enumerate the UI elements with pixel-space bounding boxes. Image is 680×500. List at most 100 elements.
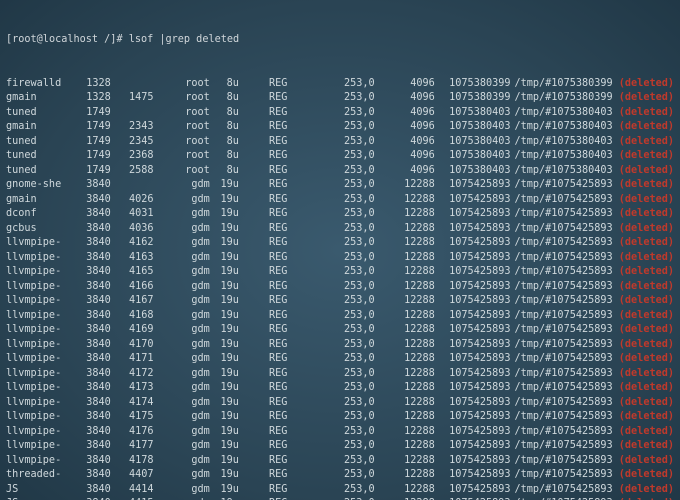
col-size: 12288 xyxy=(375,483,435,498)
col-command: llvmpipe- xyxy=(6,439,74,454)
col-node: 1075425893 xyxy=(435,294,511,309)
col-node: 1075425893 xyxy=(435,352,511,367)
col-type: REG xyxy=(239,439,288,454)
col-path: /tmp/#1075425893 (deleted) xyxy=(511,483,674,498)
col-user: gdm xyxy=(154,193,210,208)
col-fd: 19u xyxy=(210,352,239,367)
lsof-row: firewalld1328root8uREG253,04096107538039… xyxy=(6,77,674,92)
col-pid: 3840 xyxy=(74,410,111,425)
col-tid: 4169 xyxy=(111,323,154,338)
col-device: 253,0 xyxy=(287,91,374,106)
col-command: tuned xyxy=(6,164,74,179)
col-path: /tmp/#1075425893 (deleted) xyxy=(511,381,674,396)
col-command: tuned xyxy=(6,106,74,121)
col-node: 1075425893 xyxy=(435,468,511,483)
col-fd: 19u xyxy=(210,439,239,454)
col-command: llvmpipe- xyxy=(6,309,74,324)
col-user: root xyxy=(154,120,210,135)
col-pid: 3840 xyxy=(74,222,111,237)
col-type: REG xyxy=(239,91,288,106)
col-path: /tmp/#1075425893 (deleted) xyxy=(511,236,674,251)
col-tid: 4170 xyxy=(111,338,154,353)
col-tid: 4036 xyxy=(111,222,154,237)
col-type: REG xyxy=(239,135,288,150)
col-device: 253,0 xyxy=(287,425,374,440)
col-path: /tmp/#1075425893 (deleted) xyxy=(511,439,674,454)
col-path: /tmp/#1075380403 (deleted) xyxy=(511,149,674,164)
col-fd: 8u xyxy=(210,164,239,179)
deleted-tag: (deleted) xyxy=(619,165,674,176)
col-pid: 3840 xyxy=(74,309,111,324)
col-pid: 1749 xyxy=(74,164,111,179)
col-pid: 3840 xyxy=(74,178,111,193)
deleted-tag: (deleted) xyxy=(619,397,674,408)
col-command: llvmpipe- xyxy=(6,294,74,309)
col-size: 12288 xyxy=(375,222,435,237)
col-device: 253,0 xyxy=(287,367,374,382)
col-size: 12288 xyxy=(375,381,435,396)
col-size: 12288 xyxy=(375,309,435,324)
col-fd: 19u xyxy=(210,178,239,193)
lsof-row: gmain13281475root8uREG253,04096107538039… xyxy=(6,91,674,106)
col-pid: 3840 xyxy=(74,352,111,367)
lsof-row: threaded-38404407gdm19uREG253,0122881075… xyxy=(6,468,674,483)
col-tid: 1475 xyxy=(111,91,154,106)
col-fd: 19u xyxy=(210,236,239,251)
col-type: REG xyxy=(239,367,288,382)
col-user: gdm xyxy=(154,381,210,396)
col-path: /tmp/#1075425893 (deleted) xyxy=(511,309,674,324)
col-pid: 3840 xyxy=(74,381,111,396)
col-user: gdm xyxy=(154,352,210,367)
col-path: /tmp/#1075380403 (deleted) xyxy=(511,106,674,121)
col-type: REG xyxy=(239,178,288,193)
prompt-user-host: root@localhost xyxy=(12,34,98,45)
col-tid: 4173 xyxy=(111,381,154,396)
lsof-row: tuned17492368root8uREG253,04096107538040… xyxy=(6,149,674,164)
col-command: llvmpipe- xyxy=(6,280,74,295)
col-pid: 3840 xyxy=(74,454,111,469)
col-size: 4096 xyxy=(375,135,435,150)
deleted-tag: (deleted) xyxy=(619,179,674,190)
lsof-row: llvmpipe-38404162gdm19uREG253,0122881075… xyxy=(6,236,674,251)
col-tid: 4177 xyxy=(111,439,154,454)
lsof-row: llvmpipe-38404167gdm19uREG253,0122881075… xyxy=(6,294,674,309)
deleted-tag: (deleted) xyxy=(619,150,674,161)
col-device: 253,0 xyxy=(287,483,374,498)
col-type: REG xyxy=(239,280,288,295)
col-node: 1075425893 xyxy=(435,251,511,266)
deleted-tag: (deleted) xyxy=(619,484,674,495)
lsof-row: llvmpipe-38404171gdm19uREG253,0122881075… xyxy=(6,352,674,367)
col-type: REG xyxy=(239,149,288,164)
col-user: gdm xyxy=(154,323,210,338)
col-pid: 1328 xyxy=(74,91,111,106)
col-pid: 3840 xyxy=(74,251,111,266)
col-device: 253,0 xyxy=(287,251,374,266)
col-device: 253,0 xyxy=(287,164,374,179)
col-type: REG xyxy=(239,265,288,280)
col-command: llvmpipe- xyxy=(6,352,74,367)
col-fd: 19u xyxy=(210,367,239,382)
deleted-tag: (deleted) xyxy=(619,382,674,393)
col-pid: 3840 xyxy=(74,294,111,309)
col-device: 253,0 xyxy=(287,396,374,411)
col-type: REG xyxy=(239,164,288,179)
col-command: llvmpipe- xyxy=(6,265,74,280)
terminal-output[interactable]: [root@localhost /]# lsof |grep deleted f… xyxy=(0,0,680,500)
col-device: 253,0 xyxy=(287,120,374,135)
col-tid: 4165 xyxy=(111,265,154,280)
col-device: 253,0 xyxy=(287,149,374,164)
col-path: /tmp/#1075425893 (deleted) xyxy=(511,352,674,367)
col-pid: 3840 xyxy=(74,323,111,338)
col-path: /tmp/#1075380399 (deleted) xyxy=(511,91,674,106)
lsof-row: llvmpipe-38404175gdm19uREG253,0122881075… xyxy=(6,410,674,425)
col-user: gdm xyxy=(154,454,210,469)
deleted-tag: (deleted) xyxy=(619,339,674,350)
deleted-tag: (deleted) xyxy=(619,324,674,335)
col-command: llvmpipe- xyxy=(6,367,74,382)
col-tid: 2588 xyxy=(111,164,154,179)
col-fd: 8u xyxy=(210,91,239,106)
col-fd: 8u xyxy=(210,149,239,164)
col-type: REG xyxy=(239,425,288,440)
col-fd: 19u xyxy=(210,483,239,498)
deleted-tag: (deleted) xyxy=(619,252,674,263)
